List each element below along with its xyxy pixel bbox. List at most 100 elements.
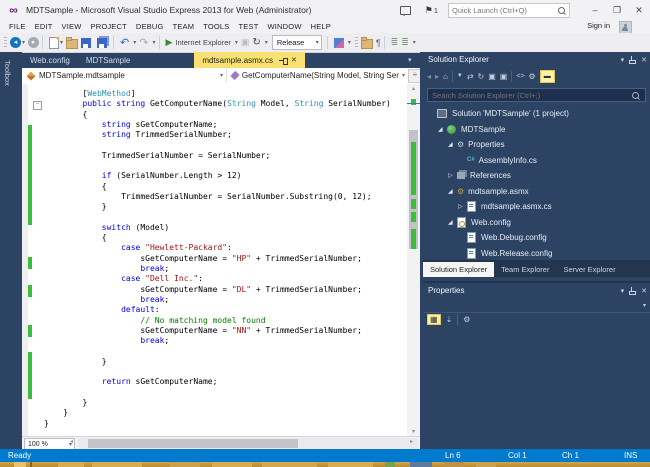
close-button[interactable]: ✕ [628,1,650,19]
menu-tools[interactable]: TOOLS [203,22,229,31]
taskbar-app-icon[interactable] [410,462,432,467]
increase-indent-button[interactable]: ≣ [401,36,409,49]
tree-item-solution-mdtsample-1-project-[interactable]: Solution 'MDTSample' (1 project) [423,106,650,122]
auto-hide-pin-icon[interactable] [629,287,636,294]
refresh-button[interactable]: ↻ [252,36,260,49]
tree-item-mdtsample-asmx-cs[interactable]: ▷mdtsample.asmx.cs [423,199,650,215]
tree-item-web-release-config[interactable]: Web.Release.config [423,246,650,261]
tree-item-properties[interactable]: ◢⚙Properties [423,137,650,153]
window-position-dropdown-icon[interactable]: ▾ [621,287,625,295]
properties-object-dropdown[interactable]: ▾ [423,299,650,313]
menu-debug[interactable]: DEBUG [136,22,164,31]
toolbox-tab[interactable]: Toolbox [3,60,12,86]
tab-mdtsample[interactable]: MDTSample [78,52,138,68]
code-line[interactable]: public string GetComputerName(String Mod… [44,99,391,109]
taskbar-app-icon[interactable] [170,462,200,467]
solution-explorer-title-bar[interactable]: Solution Explorer ▾ ✕ [423,52,650,67]
code-line[interactable]: } [44,202,391,212]
scroll-left-icon[interactable]: ◂ [70,437,73,448]
code-line[interactable]: sGetComputerName = "HP" + TrimmedSerialN… [44,254,391,264]
expanded-arrow-icon[interactable]: ◢ [448,141,457,148]
tab-web-config[interactable]: Web.config [22,52,78,68]
toolbar-overflow-icon[interactable]: ▾ [348,39,351,46]
code-line[interactable] [44,388,391,398]
menu-team[interactable]: TEAM [173,22,195,31]
undo-dropdown-icon[interactable]: ▾ [133,39,136,46]
tab-close-icon[interactable]: ✕ [291,56,297,64]
code-line[interactable]: switch (Model) [44,223,391,233]
tree-item-web-debug-config[interactable]: Web.Debug.config [423,230,650,246]
code-line[interactable]: sGetComputerName = "DL" + TrimmedSerialN… [44,285,391,295]
code-line[interactable] [44,367,391,377]
pin-icon[interactable] [279,57,286,64]
taskbar-app-icon[interactable] [444,462,464,467]
run-target-dropdown-icon[interactable]: ▾ [235,39,238,46]
code-line[interactable]: string TrimmedSerialNumber; [44,130,391,140]
formatting-marks-button[interactable]: ¶ [376,36,381,49]
feedback-icon[interactable] [400,6,411,15]
code-line[interactable]: if (SerialNumber.Length > 12) [44,171,391,181]
code-line[interactable]: } [44,398,391,408]
decrease-indent-button[interactable]: ≣ [391,36,399,49]
se-back-button[interactable]: ◂ [427,70,431,83]
code-line[interactable] [44,213,391,223]
sign-in-link[interactable]: Sign in [587,21,610,30]
se-properties-button[interactable]: ▣ [500,70,508,83]
run-target-label[interactable]: Internet Explorer [175,36,230,49]
quick-launch-input[interactable] [449,6,558,15]
publish-button[interactable] [334,38,344,48]
collapsed-arrow-icon[interactable]: ▷ [458,203,467,210]
taskbar-app-icon[interactable] [476,462,496,467]
solution-search-input[interactable] [428,91,632,100]
code-line[interactable]: return sGetComputerName; [44,377,391,387]
code-line[interactable]: case "Hewlett-Packard": [44,243,391,253]
toolbar-grip[interactable] [4,37,7,48]
code-line[interactable]: string sGetComputerName; [44,120,391,130]
scroll-down-icon[interactable]: ▾ [407,428,420,435]
tab-solution-explorer[interactable]: Solution Explorer [423,262,494,277]
code-line[interactable]: } [44,357,391,367]
code-line[interactable] [44,346,391,356]
code-line[interactable] [44,140,391,150]
code-line[interactable]: TrimmedSerialNumber = SerialNumber.Subst… [44,192,391,202]
code-line[interactable]: break; [44,264,391,274]
configuration-combobox[interactable]: Release▾ [272,35,322,50]
windows-taskbar[interactable] [0,462,650,467]
code-line[interactable]: { [44,233,391,243]
menu-edit[interactable]: EDIT [35,22,53,31]
close-panel-icon[interactable]: ✕ [641,56,647,64]
se-collapse-all-button[interactable]: ▣ [488,70,496,83]
taskbar-app-icon[interactable] [212,462,252,467]
se-forward-button[interactable]: ▸ [435,70,439,83]
save-all-button[interactable] [97,38,107,48]
horizontal-scrollbar[interactable] [78,438,418,449]
expanded-arrow-icon[interactable]: ◢ [448,219,457,226]
notifications-flag-icon[interactable]: ⚑1 [425,5,438,16]
code-line[interactable]: { [44,182,391,192]
taskbar-app-icon[interactable] [14,462,26,467]
se-settings-button[interactable]: ⚙ [529,70,536,83]
navigate-back-dropdown-icon[interactable]: ▾ [22,39,25,46]
expanded-arrow-icon[interactable]: ◢ [438,126,447,133]
alphabetical-sort-button[interactable]: ⇣ [446,315,453,324]
tree-item-references[interactable]: ▷References [423,168,650,184]
menu-file[interactable]: FILE [9,22,26,31]
taskbar-app-icon[interactable] [262,462,317,467]
property-pages-button[interactable]: ⚙ [463,315,470,324]
se-filter-button[interactable]: ▼ [457,70,463,83]
properties-title-bar[interactable]: Properties ▾ ✕ [423,283,650,298]
se-preview-selected-toggle[interactable]: ▬ [540,70,555,83]
code-line[interactable]: } [44,408,391,418]
tree-item-mdtsample-asmx[interactable]: ◢⚙mdtsample.asmx [423,184,650,200]
redo-dropdown-icon[interactable]: ▾ [152,39,155,46]
new-file-button[interactable] [49,37,59,49]
scroll-up-icon[interactable]: ▴ [407,85,420,92]
code-editor[interactable]: − [WebMethod] public string GetComputerN… [22,84,420,436]
tab-mdtsample-asmx-cs[interactable]: mdtsample.asmx.cs ✕ [194,52,305,68]
solution-search-box[interactable] [427,88,646,102]
code-line[interactable] [44,161,391,171]
taskbar-app-icon[interactable] [58,462,84,467]
quick-launch-box[interactable] [448,3,570,18]
menu-view[interactable]: VIEW [62,22,82,31]
open-file-button[interactable] [66,39,78,49]
